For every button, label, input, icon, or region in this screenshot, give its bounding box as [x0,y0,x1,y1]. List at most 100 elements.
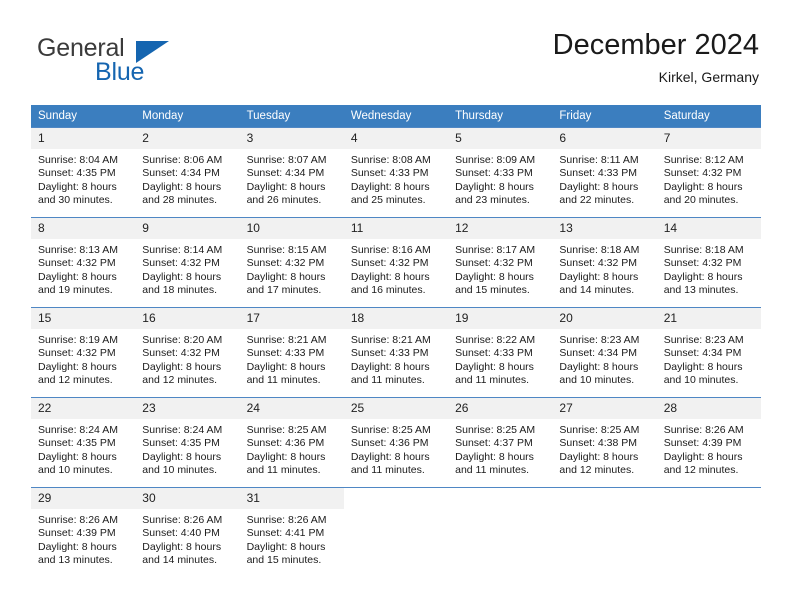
day-number: 6 [552,128,657,149]
day-cell[interactable]: 31 Sunrise: 8:26 AM Sunset: 4:41 PM Dayl… [239,487,344,572]
day-cell[interactable]: 1 Sunrise: 8:04 AM Sunset: 4:35 PM Dayli… [31,127,136,218]
day-cell[interactable]: 26 Sunrise: 8:25 AM Sunset: 4:37 PM Dayl… [448,397,553,488]
daylight-text-line1: Daylight: 8 hours [142,450,222,463]
sunrise-text: Sunrise: 8:26 AM [663,424,744,436]
day-details: Sunrise: 8:24 AM Sunset: 4:35 PM Dayligh… [31,419,135,478]
day-cell[interactable]: 11 Sunrise: 8:16 AM Sunset: 4:32 PM Dayl… [343,217,449,308]
day-cell[interactable]: 28 Sunrise: 8:26 AM Sunset: 4:39 PM Dayl… [656,397,761,488]
day-cell[interactable]: 10 Sunrise: 8:15 AM Sunset: 4:32 PM Dayl… [239,217,344,308]
day-number: 31 [239,488,344,509]
daylight-text-line2: and 16 minutes. [350,284,426,297]
day-cell[interactable]: 2 Sunrise: 8:06 AM Sunset: 4:34 PM Dayli… [135,127,240,218]
daylight-text-line1: Daylight: 8 hours [142,270,222,283]
sunset-text: Sunset: 4:35 PM [142,437,220,450]
day-cell[interactable]: 9 Sunrise: 8:14 AM Sunset: 4:32 PM Dayli… [135,217,240,308]
sunrise-text: Sunrise: 8:14 AM [142,244,223,256]
day-details: Sunrise: 8:26 AM Sunset: 4:39 PM Dayligh… [657,419,761,478]
day-cell-empty [552,487,657,572]
day-number: 5 [448,128,553,149]
daylight-text-line2: and 22 minutes. [559,194,635,207]
sunrise-text: Sunrise: 8:15 AM [246,244,327,256]
sunrise-text: Sunrise: 8:25 AM [246,424,327,436]
sunrise-text: Sunrise: 8:06 AM [142,154,223,166]
day-details: Sunrise: 8:25 AM Sunset: 4:37 PM Dayligh… [448,419,552,478]
daylight-text-line1: Daylight: 8 hours [246,180,326,193]
sunset-text: Sunset: 4:36 PM [246,437,325,450]
daylight-text-line1: Daylight: 8 hours [38,270,117,283]
day-details: Sunrise: 8:24 AM Sunset: 4:35 PM Dayligh… [135,419,239,478]
day-number: 27 [552,398,657,419]
day-details: Sunrise: 8:15 AM Sunset: 4:32 PM Dayligh… [240,239,344,298]
sunrise-text: Sunrise: 8:04 AM [38,154,118,166]
daylight-text-line2: and 11 minutes. [455,374,530,387]
calendar-page: General Blue December 2024 Kirkel, Germa… [0,0,792,612]
day-number: 25 [343,398,449,419]
day-number: 3 [239,128,344,149]
day-cell[interactable]: 30 Sunrise: 8:26 AM Sunset: 4:40 PM Dayl… [135,487,240,572]
daylight-text-line2: and 19 minutes. [38,284,113,297]
day-cell[interactable]: 27 Sunrise: 8:25 AM Sunset: 4:38 PM Dayl… [552,397,657,488]
sunrise-text: Sunrise: 8:23 AM [559,334,640,346]
daylight-text-line1: Daylight: 8 hours [246,450,326,463]
calendar-grid: Sunday Monday Tuesday Wednesday Thursday… [31,105,761,572]
day-cell[interactable]: 19 Sunrise: 8:22 AM Sunset: 4:33 PM Dayl… [448,307,553,398]
daylight-text-line2: and 10 minutes. [142,464,217,477]
daylight-text-line1: Daylight: 8 hours [455,360,534,373]
daylight-text-line2: and 14 minutes. [559,284,635,297]
day-details: Sunrise: 8:12 AM Sunset: 4:32 PM Dayligh… [657,149,761,208]
day-cell[interactable]: 29 Sunrise: 8:26 AM Sunset: 4:39 PM Dayl… [31,487,136,572]
daylight-text-line2: and 10 minutes. [663,374,739,387]
day-cell[interactable]: 21 Sunrise: 8:23 AM Sunset: 4:34 PM Dayl… [656,307,761,398]
day-cell[interactable]: 15 Sunrise: 8:19 AM Sunset: 4:32 PM Dayl… [31,307,136,398]
day-cell[interactable]: 7 Sunrise: 8:12 AM Sunset: 4:32 PM Dayli… [656,127,761,218]
day-cell[interactable]: 17 Sunrise: 8:21 AM Sunset: 4:33 PM Dayl… [239,307,344,398]
weekday-header-thursday: Thursday [448,105,553,128]
week-row: 15 Sunrise: 8:19 AM Sunset: 4:32 PM Dayl… [31,307,761,398]
sunset-text: Sunset: 4:33 PM [455,347,533,360]
day-number: 13 [552,218,657,239]
sunset-text: Sunset: 4:33 PM [350,347,429,360]
day-cell[interactable]: 8 Sunrise: 8:13 AM Sunset: 4:32 PM Dayli… [31,217,136,308]
sunset-text: Sunset: 4:33 PM [455,167,533,180]
daylight-text-line1: Daylight: 8 hours [142,360,222,373]
weekday-header-friday: Friday [552,105,657,128]
day-cell[interactable]: 16 Sunrise: 8:20 AM Sunset: 4:32 PM Dayl… [135,307,240,398]
daylight-text-line2: and 11 minutes. [246,464,321,477]
day-details: Sunrise: 8:23 AM Sunset: 4:34 PM Dayligh… [552,329,656,388]
weekday-header-monday: Monday [135,105,240,128]
day-cell[interactable]: 25 Sunrise: 8:25 AM Sunset: 4:36 PM Dayl… [343,397,449,488]
day-cell[interactable]: 6 Sunrise: 8:11 AM Sunset: 4:33 PM Dayli… [552,127,657,218]
daylight-text-line1: Daylight: 8 hours [142,540,222,553]
daylight-text-line1: Daylight: 8 hours [350,180,430,193]
sunset-text: Sunset: 4:40 PM [142,527,220,540]
day-cell[interactable]: 3 Sunrise: 8:07 AM Sunset: 4:34 PM Dayli… [239,127,344,218]
daylight-text-line1: Daylight: 8 hours [246,270,326,283]
day-details: Sunrise: 8:23 AM Sunset: 4:34 PM Dayligh… [657,329,761,388]
sunrise-text: Sunrise: 8:21 AM [350,334,431,346]
day-number: 7 [656,128,761,149]
day-cell[interactable]: 4 Sunrise: 8:08 AM Sunset: 4:33 PM Dayli… [343,127,449,218]
day-cell[interactable]: 24 Sunrise: 8:25 AM Sunset: 4:36 PM Dayl… [239,397,344,488]
sunset-text: Sunset: 4:35 PM [38,167,116,180]
day-details: Sunrise: 8:11 AM Sunset: 4:33 PM Dayligh… [552,149,656,208]
sunrise-text: Sunrise: 8:22 AM [455,334,536,346]
sunset-text: Sunset: 4:38 PM [559,437,638,450]
day-cell[interactable]: 12 Sunrise: 8:17 AM Sunset: 4:32 PM Dayl… [448,217,553,308]
day-number [552,488,656,509]
sunrise-text: Sunrise: 8:13 AM [38,244,118,256]
day-number [448,488,552,509]
day-cell[interactable]: 20 Sunrise: 8:23 AM Sunset: 4:34 PM Dayl… [552,307,657,398]
daylight-text-line2: and 25 minutes. [350,194,426,207]
sunrise-text: Sunrise: 8:25 AM [559,424,640,436]
general-blue-logo[interactable]: General Blue [37,34,267,92]
day-cell[interactable]: 23 Sunrise: 8:24 AM Sunset: 4:35 PM Dayl… [135,397,240,488]
day-cell[interactable]: 18 Sunrise: 8:21 AM Sunset: 4:33 PM Dayl… [343,307,449,398]
day-cell[interactable]: 13 Sunrise: 8:18 AM Sunset: 4:32 PM Dayl… [552,217,657,308]
day-cell[interactable]: 14 Sunrise: 8:18 AM Sunset: 4:32 PM Dayl… [656,217,761,308]
day-cell[interactable]: 22 Sunrise: 8:24 AM Sunset: 4:35 PM Dayl… [31,397,136,488]
day-details: Sunrise: 8:21 AM Sunset: 4:33 PM Dayligh… [344,329,448,388]
daylight-text-line1: Daylight: 8 hours [559,450,639,463]
weekday-header-row: Sunday Monday Tuesday Wednesday Thursday… [31,105,761,128]
day-cell[interactable]: 5 Sunrise: 8:09 AM Sunset: 4:33 PM Dayli… [448,127,553,218]
daylight-text-line2: and 12 minutes. [559,464,635,477]
